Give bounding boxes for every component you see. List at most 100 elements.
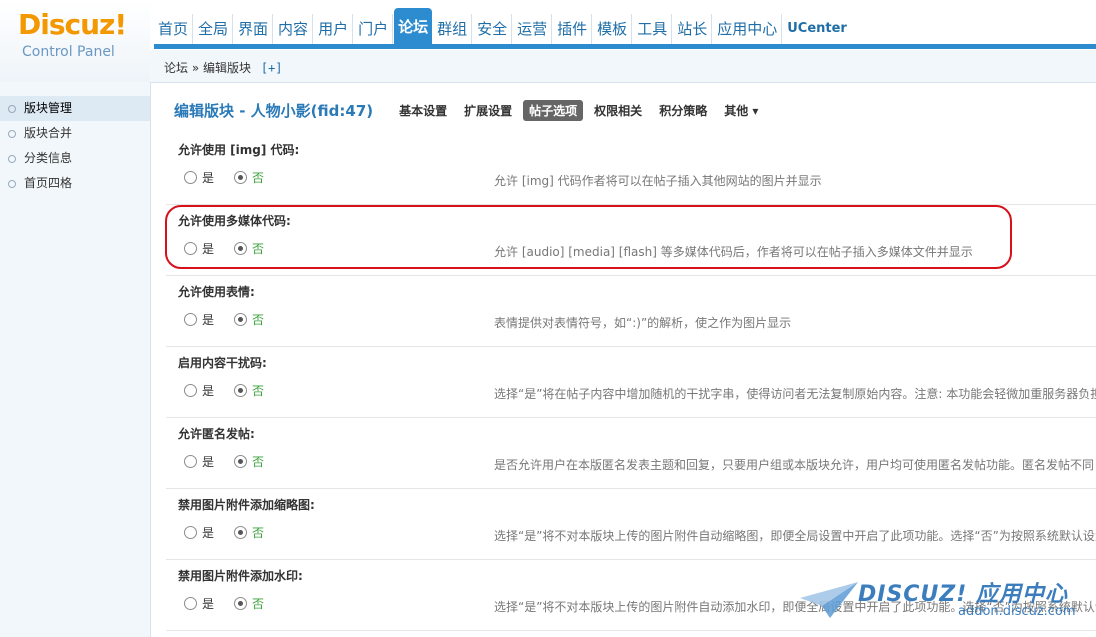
radio-yes-label: 是 [202,171,215,185]
add-to-menu-button[interactable]: [+] [261,61,283,75]
nav-webmaster[interactable]: 站长 [673,14,713,44]
radio-no-label: 否 [252,313,265,327]
setting-jammer: 启用内容干扰码: 是 否 选择“是”将在帖子内容中增加随机的干扰字串，使得访问者… [166,346,1096,418]
radio-no[interactable] [234,242,248,255]
sidebar-item-label: 版块管理 [24,101,73,115]
top-navigation: 首页 全局 界面 内容 用户 门户 论坛 群组 安全 运营 插件 模板 工具 站… [154,8,852,44]
tab-post-options[interactable]: 帖子选项 [523,100,584,121]
setting-description: 允许 [img] 代码作者将可以在帖子插入其他网站的图片并显示 [494,174,822,188]
radio-yes-label: 是 [202,384,215,398]
radio-no[interactable] [234,313,248,326]
setting-allow-media-code: 允许使用多媒体代码: 是 否 允许 [audio] [media] [flash… [166,204,1096,276]
radio-no-label: 否 [252,597,265,611]
watermark-url: addon.discuz.com [958,604,1076,619]
sidebar: 版块管理 版块合并 分类信息 首页四格 [0,82,151,637]
setting-label: 允许匿名发帖: [178,427,255,441]
paper-plane-icon [800,582,858,618]
nav-underline-bar [154,44,1096,49]
nav-tools[interactable]: 工具 [633,14,673,44]
radio-yes[interactable] [184,171,197,184]
header: Discuz! Control Panel 首页 全局 界面 内容 用户 门户 … [0,0,1096,82]
breadcrumb-current: 编辑版块 [203,61,252,75]
sidebar-item-label: 版块合并 [24,126,73,140]
nav-forum[interactable]: 论坛 [394,8,433,44]
nav-ucenter[interactable]: UCenter [783,14,851,44]
setting-description: 表情提供对表情符号，如“:)”的解析，使之作为图片显示 [494,316,792,330]
radio-yes[interactable] [184,455,197,468]
radio-yes[interactable] [184,313,197,326]
sidebar-item-label: 分类信息 [24,151,73,165]
radio-no[interactable] [234,597,248,610]
setting-allow-img-code: 允许使用 [img] 代码: 是 否 允许 [img] 代码作者将可以在帖子插入… [166,133,1096,205]
nav-content[interactable]: 内容 [274,14,314,44]
radio-yes-label: 是 [202,455,215,469]
setting-allow-anonymous: 允许匿名发帖: 是 否 是否允许用户在本版匿名发表主题和回复，只要用户组或本版块… [166,417,1096,489]
main-content: 编辑版块 - 人物小影(fid:47) 基本设置 扩展设置 帖子选项 权限相关 … [160,82,1096,637]
breadcrumb-root[interactable]: 论坛 [164,61,188,75]
nav-security[interactable]: 安全 [473,14,513,44]
radio-no-label: 否 [252,171,265,185]
nav-plugins[interactable]: 插件 [553,14,593,44]
setting-label: 启用内容干扰码: [178,356,267,370]
page-title: 编辑版块 - 人物小影(fid:47) [174,102,374,120]
nav-users[interactable]: 用户 [314,14,354,44]
breadcrumb: 论坛 » 编辑版块 [+] [164,59,283,76]
tab-basic-settings[interactable]: 基本设置 [393,100,453,121]
setting-description: 选择“是”将在帖子内容中增加随机的干扰字串，使得访问者无法复制原始内容。注意: … [494,387,1096,401]
radio-no-label: 否 [252,455,265,469]
tab-extended-settings[interactable]: 扩展设置 [458,100,518,121]
bullet-icon [8,180,16,188]
sidebar-item-forum-merge[interactable]: 版块合并 [0,121,150,146]
radio-yes-label: 是 [202,313,215,327]
radio-no[interactable] [234,384,248,397]
tab-permissions[interactable]: 权限相关 [588,100,648,121]
radio-yes-label: 是 [202,597,215,611]
radio-yes[interactable] [184,597,197,610]
nav-operations[interactable]: 运营 [513,14,553,44]
radio-no[interactable] [234,526,248,539]
radio-yes-label: 是 [202,242,215,256]
breadcrumb-separator: » [191,61,200,75]
radio-no-label: 否 [252,242,265,256]
radio-yes-label: 是 [202,526,215,540]
logo-brand: Discuz! [18,8,127,41]
sidebar-item-label: 首页四格 [24,176,73,190]
setting-description: 是否允许用户在本版匿名发表主题和回复，只要用户组或本版块允许，用户均可使用匿名发… [494,458,1095,472]
bullet-icon [8,130,16,138]
setting-label: 允许使用 [img] 代码: [178,143,300,157]
breadcrumb-bar: 论坛 » 编辑版块 [+] [150,50,1096,83]
nav-portal[interactable]: 门户 [354,14,394,44]
radio-yes[interactable] [184,242,197,255]
setting-description: 允许 [audio] [media] [flash] 等多媒体代码后，作者将可以… [494,245,973,259]
logo-subtitle: Control Panel [22,44,115,60]
bullet-icon [8,105,16,113]
sidebar-item-home-grid[interactable]: 首页四格 [0,171,150,196]
radio-yes[interactable] [184,384,197,397]
radio-yes[interactable] [184,526,197,539]
setting-label: 禁用图片附件添加水印: [178,569,303,583]
logo[interactable]: Discuz! Control Panel [0,0,150,82]
watermark: DISCUZ! 应用中心 addon.discuz.com [800,574,1096,637]
tab-other-dropdown[interactable]: 其他 ▾ [718,100,764,121]
title-row: 编辑版块 - 人物小影(fid:47) 基本设置 扩展设置 帖子选项 权限相关 … [174,100,769,121]
radio-no[interactable] [234,171,248,184]
sidebar-item-thread-types[interactable]: 分类信息 [0,146,150,171]
setting-allow-smilies: 允许使用表情: 是 否 表情提供对表情符号，如“:)”的解析，使之作为图片显示 [166,275,1096,347]
bullet-icon [8,155,16,163]
tab-credit-policy[interactable]: 积分策略 [653,100,713,121]
nav-groups[interactable]: 群组 [433,14,473,44]
nav-interface[interactable]: 界面 [234,14,274,44]
radio-no-label: 否 [252,526,265,540]
setting-label: 禁用图片附件添加缩略图: [178,498,315,512]
setting-label: 允许使用表情: [178,285,255,299]
nav-home[interactable]: 首页 [154,14,194,44]
nav-app-center[interactable]: 应用中心 [713,14,783,44]
setting-description: 选择“是”将不对本版块上传的图片附件自动缩略图，即便全局设置中开启了此项功能。选… [494,529,1096,543]
setting-disable-thumbnail: 禁用图片附件添加缩略图: 是 否 选择“是”将不对本版块上传的图片附件自动缩略图… [166,488,1096,560]
nav-templates[interactable]: 模板 [593,14,633,44]
setting-label: 允许使用多媒体代码: [178,214,291,228]
radio-no[interactable] [234,455,248,468]
radio-no-label: 否 [252,384,265,398]
sidebar-item-forum-manage[interactable]: 版块管理 [0,96,150,121]
nav-global[interactable]: 全局 [194,14,234,44]
